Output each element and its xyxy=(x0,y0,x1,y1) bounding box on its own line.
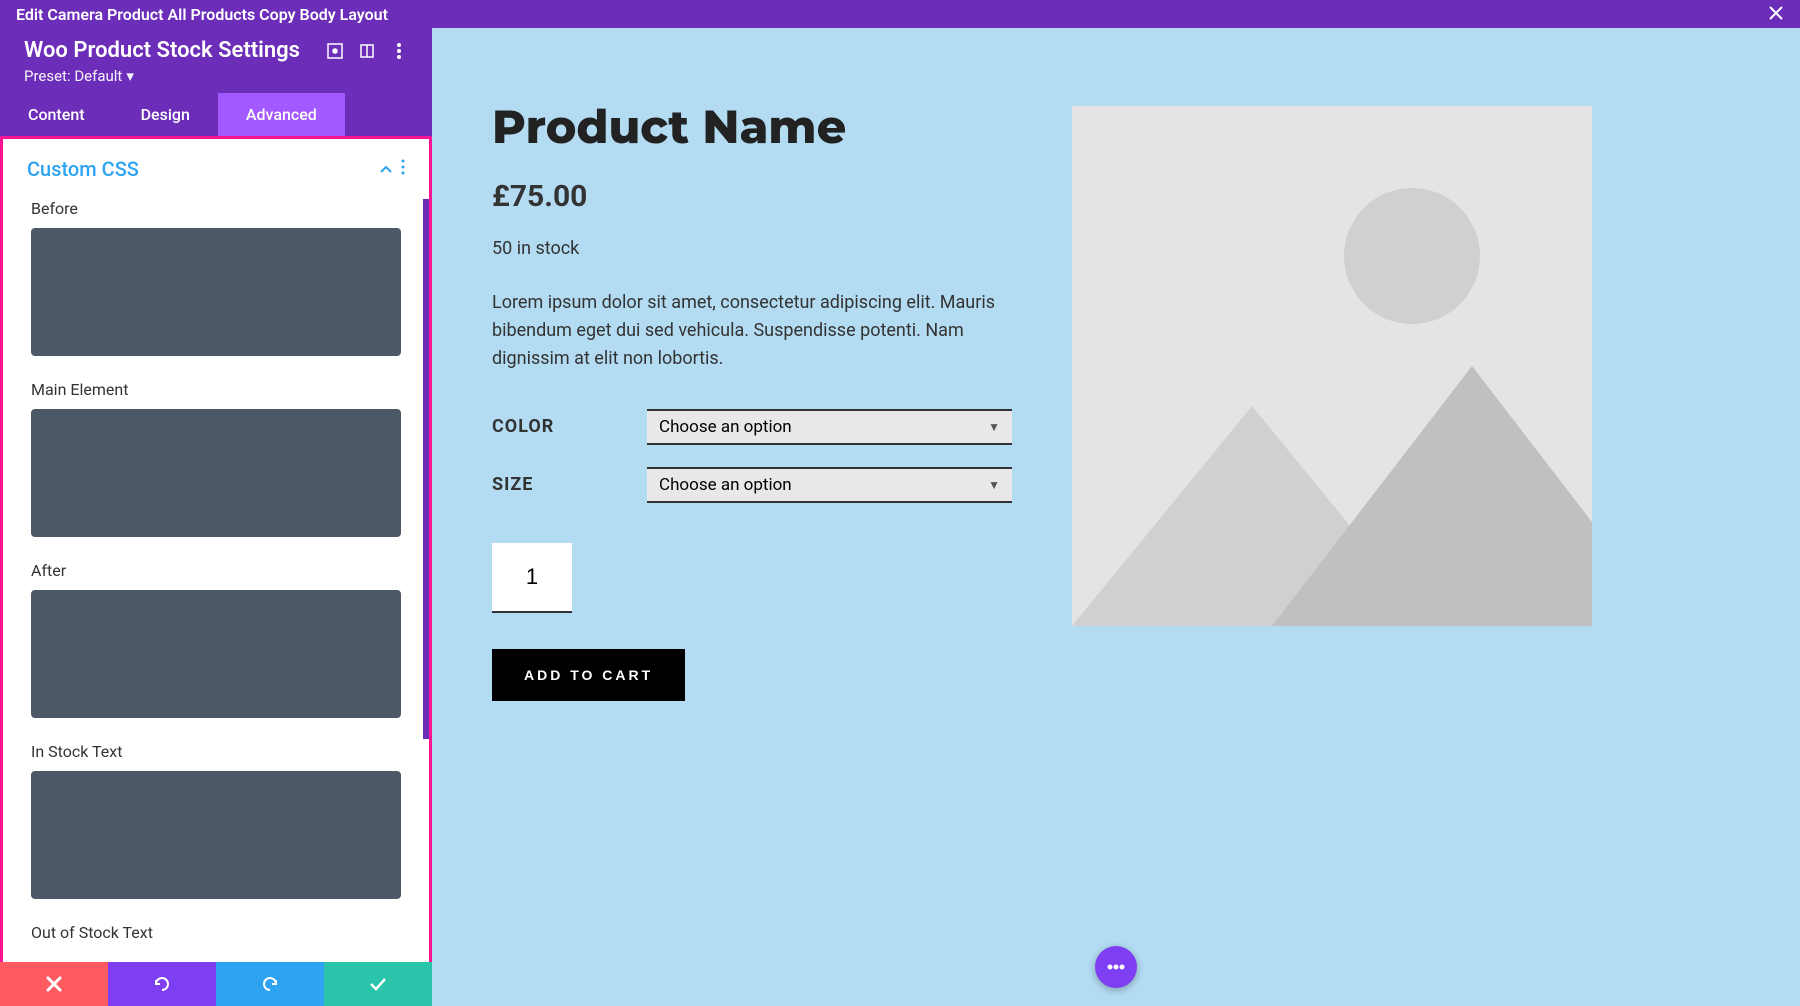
dropdown-icon: ▼ xyxy=(988,420,1000,434)
field-label-after: After xyxy=(31,561,401,580)
preview-canvas: Product Name £75.00 50 in stock Lorem ip… xyxy=(432,28,1800,1006)
textarea-in-stock-text[interactable] xyxy=(31,771,401,899)
field-label-before: Before xyxy=(31,199,401,218)
confirm-button[interactable] xyxy=(324,962,432,1006)
textarea-before[interactable] xyxy=(31,228,401,356)
cancel-button[interactable] xyxy=(0,962,108,1006)
field-after: After xyxy=(3,555,429,736)
field-before: Before xyxy=(3,193,429,374)
variant-size-select[interactable]: Choose an option ▼ xyxy=(647,467,1012,503)
undo-button[interactable] xyxy=(108,962,216,1006)
variant-size-label: SIZE xyxy=(492,474,647,495)
variant-color-label: COLOR xyxy=(492,416,647,437)
scrollbar[interactable] xyxy=(423,199,429,739)
add-to-cart-button[interactable]: ADD TO CART xyxy=(492,649,685,701)
section-kebab-icon[interactable] xyxy=(401,159,405,179)
quantity-input[interactable] xyxy=(492,543,572,613)
variant-color-value: Choose an option xyxy=(659,417,792,437)
top-bar: Edit Camera Product All Products Copy Bo… xyxy=(0,0,1800,28)
product-description: Lorem ipsum dolor sit amet, consectetur … xyxy=(492,289,1012,373)
field-main-element: Main Element xyxy=(3,374,429,555)
fab-more-button[interactable] xyxy=(1095,946,1137,988)
sidebar-tabs: Content Design Advanced xyxy=(0,93,432,136)
sidebar-title: Woo Product Stock Settings xyxy=(24,38,312,63)
columns-icon[interactable] xyxy=(358,42,376,60)
product-stock: 50 in stock xyxy=(492,238,1012,259)
preset-dropdown[interactable]: Preset: Default ▾ xyxy=(24,67,408,85)
tab-advanced[interactable]: Advanced xyxy=(218,93,345,136)
product-info: Product Name £75.00 50 in stock Lorem ip… xyxy=(492,98,1012,936)
field-out-of-stock-text: Out of Stock Text xyxy=(3,917,429,962)
top-bar-title: Edit Camera Product All Products Copy Bo… xyxy=(16,5,388,24)
variant-size-value: Choose an option xyxy=(659,475,792,495)
variant-color-select[interactable]: Choose an option ▼ xyxy=(647,409,1012,445)
sidebar-content: Custom CSS Before Main Element xyxy=(0,136,432,962)
product-price: £75.00 xyxy=(492,179,1012,214)
sidebar-header: Woo Product Stock Settings Preset: Defau… xyxy=(0,28,432,93)
settings-sidebar: Woo Product Stock Settings Preset: Defau… xyxy=(0,28,432,1006)
field-label-out-of-stock-text: Out of Stock Text xyxy=(31,923,401,942)
bottom-action-bar xyxy=(0,962,432,1006)
variant-size-row: SIZE Choose an option ▼ xyxy=(492,467,1012,503)
product-image-placeholder xyxy=(1072,106,1592,626)
field-label-in-stock-text: In Stock Text xyxy=(31,742,401,761)
chevron-up-icon[interactable] xyxy=(379,160,393,179)
tab-design[interactable]: Design xyxy=(113,93,218,136)
dropdown-icon: ▼ xyxy=(988,478,1000,492)
product-title: Product Name xyxy=(492,98,1012,155)
field-label-main-element: Main Element xyxy=(31,380,401,399)
textarea-after[interactable] xyxy=(31,590,401,718)
section-title: Custom CSS xyxy=(27,157,371,181)
tab-content[interactable]: Content xyxy=(0,93,113,136)
textarea-main-element[interactable] xyxy=(31,409,401,537)
variant-color-row: COLOR Choose an option ▼ xyxy=(492,409,1012,445)
field-in-stock-text: In Stock Text xyxy=(3,736,429,917)
close-icon[interactable] xyxy=(1768,4,1784,24)
kebab-icon[interactable] xyxy=(390,42,408,60)
redo-button[interactable] xyxy=(216,962,324,1006)
section-header: Custom CSS xyxy=(3,139,429,193)
focus-icon[interactable] xyxy=(326,42,344,60)
chevron-down-icon: ▾ xyxy=(126,67,134,85)
